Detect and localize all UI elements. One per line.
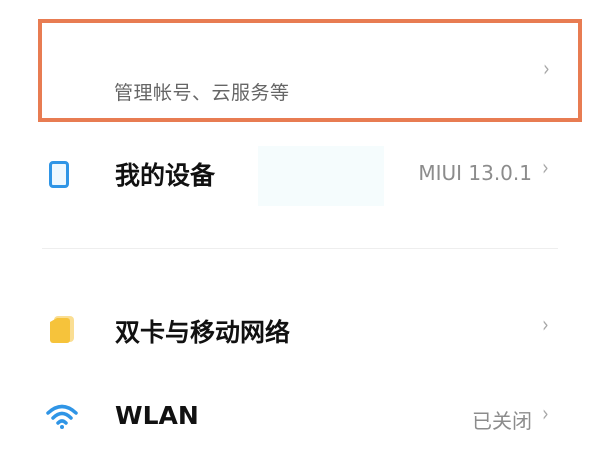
chevron-right-icon: › bbox=[543, 57, 550, 82]
settings-item-label: 我的设备 bbox=[115, 161, 216, 190]
device-icon bbox=[49, 161, 69, 188]
account-subtitle: 管理帐号、云服务等 bbox=[114, 82, 290, 104]
sim-card-icon bbox=[50, 316, 74, 343]
device-preview-placeholder bbox=[258, 146, 384, 206]
chevron-right-icon: › bbox=[542, 156, 549, 181]
settings-item-label: WLAN bbox=[115, 401, 199, 430]
section-divider bbox=[42, 248, 558, 249]
chevron-right-icon: › bbox=[542, 313, 549, 338]
settings-item-label: 双卡与移动网络 bbox=[115, 318, 291, 347]
wifi-icon bbox=[46, 404, 78, 429]
device-version-value: MIUI 13.0.1 bbox=[418, 161, 532, 185]
chevron-right-icon: › bbox=[542, 402, 549, 427]
settings-item-wlan[interactable]: WLAN 已关闭 › bbox=[0, 383, 600, 453]
wlan-status-value: 已关闭 bbox=[472, 409, 532, 433]
settings-item-dual-sim[interactable]: 双卡与移动网络 › bbox=[0, 295, 600, 365]
account-row[interactable]: › bbox=[38, 19, 582, 122]
